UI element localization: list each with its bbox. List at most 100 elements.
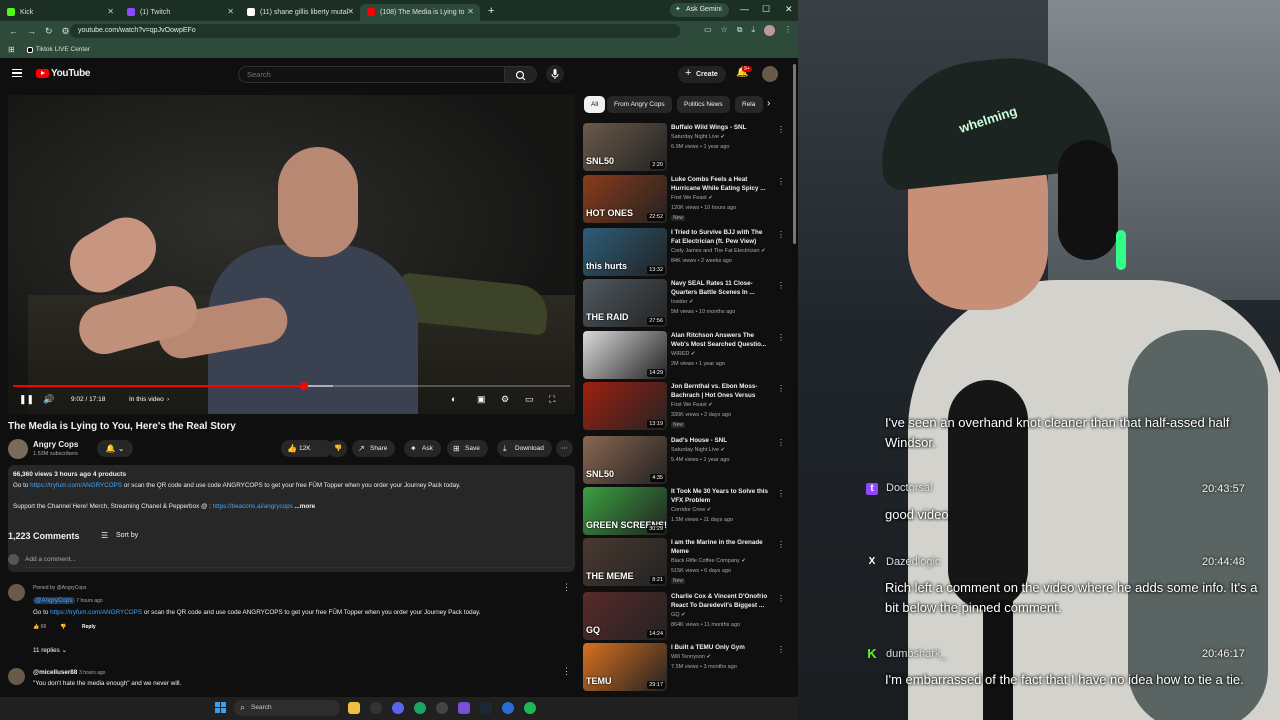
taskbar-search[interactable]: Search: [234, 699, 340, 716]
close-window-icon[interactable]: ✕: [785, 4, 793, 15]
close-tab-icon[interactable]: ✕: [347, 7, 354, 16]
app-icon[interactable]: [436, 702, 448, 714]
video-thumbnail[interactable]: SNL50 4:35: [583, 436, 667, 484]
comment-link[interactable]: https://tryfum.com/ANGRYCOPS: [50, 609, 142, 616]
app-icon[interactable]: [502, 702, 514, 714]
comment-author[interactable]: @micelluser88: [33, 669, 77, 676]
video-title[interactable]: I Tried to Survive BJJ with The Fat Elec…: [671, 229, 771, 246]
fullscreen-icon[interactable]: ⛶: [549, 394, 555, 405]
like-button[interactable]: 👍 12K: [281, 440, 333, 457]
download-button[interactable]: ⤓ Download: [497, 440, 552, 457]
video-title[interactable]: I am the Marine in the Grenade Meme: [671, 539, 771, 556]
comment-like-button[interactable]: 👍 68: [33, 624, 46, 630]
replies-toggle[interactable]: 11 replies ⌄: [33, 647, 67, 654]
channel-name[interactable]: First We Feast ✔: [671, 402, 713, 408]
download-icon[interactable]: ⤓: [751, 25, 755, 36]
tab-kick[interactable]: Kick ✕: [0, 4, 120, 21]
sort-by-button[interactable]: Sort by: [101, 531, 138, 540]
recommended-video[interactable]: GQ 14:24 Charlie Cox & Vincent D'Onofrio R…: [583, 592, 788, 642]
show-more-button[interactable]: ...more: [295, 503, 316, 510]
recommended-video[interactable]: 14:29 Alan Ritchson Answers The Web's Mos…: [583, 331, 788, 381]
tab-x[interactable]: (11) shane gillis liberty mutal - ✕: [240, 4, 360, 21]
more-vertical-icon[interactable]: ⋮: [777, 177, 785, 186]
app-icon[interactable]: [458, 702, 470, 714]
comment-author[interactable]: @AngryCops: [33, 597, 75, 604]
comment-menu-icon[interactable]: ⋮: [562, 666, 571, 677]
progress-bar[interactable]: [13, 382, 570, 390]
video-thumbnail[interactable]: GQ 14:24: [583, 592, 667, 640]
chip-politics-news[interactable]: Politics News: [677, 96, 730, 113]
video-thumbnail[interactable]: THE MEME 8:21: [583, 538, 667, 586]
more-vertical-icon[interactable]: ⋮: [777, 230, 785, 239]
channel-name[interactable]: WIRED ✔: [671, 351, 695, 357]
sponsor-link[interactable]: https://tryfum.com/ANGRYCOPS: [30, 482, 122, 489]
recommended-video[interactable]: SNL50 4:35 Dad's House - SNL Saturday Night…: [583, 436, 788, 486]
video-title[interactable]: Buffalo Wild Wings - SNL: [671, 124, 771, 133]
chip-from-angry-cops[interactable]: From Angry Cops: [607, 96, 672, 113]
steam-icon[interactable]: [480, 702, 492, 714]
channel-name[interactable]: Saturday Night Live ✔: [671, 447, 725, 453]
search-button[interactable]: [505, 66, 537, 83]
scrubber-handle[interactable]: [299, 382, 308, 390]
tab-twitch[interactable]: (1) Twitch ✕: [120, 4, 240, 21]
close-tab-icon[interactable]: ✕: [107, 7, 114, 16]
forward-icon[interactable]: →: [27, 26, 36, 36]
minimize-icon[interactable]: —: [740, 4, 749, 14]
youtube-logo-text[interactable]: YouTube: [51, 68, 91, 79]
voice-search-button[interactable]: [546, 65, 564, 83]
chapters-button[interactable]: In this video: [129, 396, 164, 403]
video-thumbnail[interactable]: THE RAID 27:56: [583, 279, 667, 327]
video-thumbnail[interactable]: 13:19: [583, 382, 667, 430]
create-button[interactable]: Create: [678, 65, 726, 83]
comment-avatar[interactable]: [8, 668, 25, 685]
recommended-video[interactable]: THE RAID 27:56 Navy SEAL Rates 11 Close-Qu…: [583, 279, 788, 329]
discord-icon[interactable]: [392, 702, 404, 714]
recommended-video[interactable]: THE MEME 8:21 I am the Marine in the Grena…: [583, 538, 788, 588]
channel-name[interactable]: First We Feast ✔: [671, 195, 713, 201]
scrollbar-thumb[interactable]: [793, 64, 796, 244]
recommended-video[interactable]: GREEN SCREENS! 30:29 It Took Me 30 Years t…: [583, 487, 788, 537]
more-vertical-icon[interactable]: ⋮: [777, 594, 785, 603]
chip-related[interactable]: Rela: [735, 96, 763, 113]
settings-gear-icon[interactable]: ⚙: [501, 394, 509, 405]
channel-name[interactable]: Saturday Night Live ✔: [671, 134, 725, 140]
back-icon[interactable]: ←: [9, 26, 18, 36]
close-tab-icon[interactable]: ✕: [227, 7, 234, 16]
channel-name[interactable]: Corridor Crew ✔: [671, 507, 711, 513]
profile-avatar[interactable]: [764, 25, 775, 36]
video-title[interactable]: Jon Bernthal vs. Ebon Moss-Bachrach | Ho…: [671, 383, 771, 400]
subscribed-bell-button[interactable]: 🔔 ⌄: [97, 440, 133, 457]
channel-name[interactable]: Cody James and The Fat Electrician ✔: [671, 248, 766, 254]
comment-time[interactable]: 7 hours ago: [76, 598, 102, 604]
comment-time[interactable]: 3 hours ago: [79, 670, 105, 676]
video-thumbnail[interactable]: GREEN SCREENS! 30:29: [583, 487, 667, 535]
page-scrollbar[interactable]: [792, 60, 797, 690]
close-tab-icon[interactable]: ✕: [467, 7, 474, 16]
chrome-icon[interactable]: [414, 702, 426, 714]
channel-name[interactable]: Black Rifle Coffee Company ✔: [671, 558, 746, 564]
more-vertical-icon[interactable]: ⋮: [777, 125, 785, 134]
video-thumbnail[interactable]: TEMU 29:17: [583, 643, 667, 691]
theater-mode-icon[interactable]: ▭: [525, 394, 534, 405]
more-vertical-icon[interactable]: ⋮: [777, 540, 785, 549]
recommended-video[interactable]: 13:19 Jon Bernthal vs. Ebon Moss-Bachrach…: [583, 382, 788, 432]
volume-icon[interactable]: 🔊: [43, 394, 54, 405]
recommended-video[interactable]: HOT ONES 22:52 Luke Combs Feels a Heat Hur…: [583, 175, 788, 225]
chevron-right-icon[interactable]: ›: [767, 98, 770, 109]
tab-youtube[interactable]: (108) The Media is Lying to ✕: [360, 3, 480, 21]
autoplay-toggle-icon[interactable]: ◐: [451, 394, 456, 404]
channel-name[interactable]: Insider ✔: [671, 299, 694, 305]
add-comment-input[interactable]: Add a comment...: [25, 556, 76, 563]
bookmark-star-icon[interactable]: ☆: [721, 25, 728, 36]
more-vertical-icon[interactable]: ⋮: [777, 281, 785, 290]
video-thumbnail[interactable]: this hurts 13:32: [583, 228, 667, 276]
video-title[interactable]: It Took Me 30 Years to Solve this VFX Pr…: [671, 488, 771, 505]
apps-icon[interactable]: ⊞: [8, 45, 15, 54]
chip-all[interactable]: All: [584, 96, 606, 113]
ask-gemini-button[interactable]: Ask Gemini: [670, 3, 729, 17]
video-thumbnail[interactable]: SNL50 2:20: [583, 123, 667, 171]
reply-button[interactable]: Reply: [82, 624, 96, 630]
extensions-icon[interactable]: ⧉: [737, 25, 743, 36]
more-actions-button[interactable]: ⋯: [556, 440, 573, 457]
channel-name[interactable]: Angry Cops: [33, 440, 78, 449]
